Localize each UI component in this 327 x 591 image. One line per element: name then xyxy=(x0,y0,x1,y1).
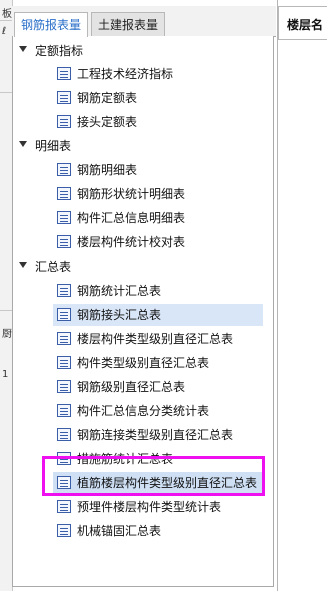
tree-item-floor-component-check-table[interactable]: 楼层构件统计校对表 xyxy=(53,231,263,253)
report-document-icon xyxy=(57,211,71,224)
report-preview-panel: 楼层名 xyxy=(278,0,327,591)
report-document-icon xyxy=(57,163,71,176)
tree-item-rebar-stats-summary-table[interactable]: 钢筋统计汇总表 xyxy=(53,280,263,302)
left-pane-mark: ℓ xyxy=(2,26,7,37)
report-document-icon xyxy=(57,115,71,128)
tree-item-label: 钢筋定额表 xyxy=(77,91,138,105)
tree-item-engineering-tech-econ-index[interactable]: 工程技术经济指标 xyxy=(53,63,263,85)
collapse-triangle-icon[interactable] xyxy=(19,46,27,52)
tree-item-label: 钢筋形状统计明细表 xyxy=(77,187,186,201)
left-pane-mark: 1 xyxy=(2,369,9,380)
tree-item-label: 措施筋统计汇总表 xyxy=(77,452,174,466)
tree-item-embedded-parts-floor-component-stats[interactable]: 预埋件楼层构件类型统计表 xyxy=(53,496,263,518)
tree-item-floor-component-type-grade-diameter-summary[interactable]: 楼层构件类型级别直径汇总表 xyxy=(53,328,263,350)
tab-rebar-report[interactable]: 钢筋报表量 xyxy=(14,12,89,37)
column-header-floor-name: 楼层名 xyxy=(278,6,327,40)
report-document-icon xyxy=(57,187,71,200)
tree-item-label: 工程技术经济指标 xyxy=(77,67,174,81)
tree-item-label: 构件汇总信息分类统计表 xyxy=(77,404,210,418)
report-document-icon xyxy=(57,91,71,104)
left-pane-mark: 厨 xyxy=(2,329,12,340)
tree-group-label: 汇总表 xyxy=(35,260,72,274)
tree-item-label: 钢筋统计汇总表 xyxy=(77,284,162,298)
tree-group-summary-tables[interactable]: 汇总表 xyxy=(13,256,273,278)
tree-item-label: 钢筋连接类型级别直径汇总表 xyxy=(77,428,234,442)
tree-item-rebar-connection-type-grade-diameter-summary[interactable]: 钢筋连接类型级别直径汇总表 xyxy=(53,424,263,446)
tree-item-rebar-quota-table[interactable]: 钢筋定额表 xyxy=(53,87,263,109)
tree-item-component-summary-classified-stats[interactable]: 构件汇总信息分类统计表 xyxy=(53,400,263,422)
tree-item-rebar-joint-summary-table[interactable]: 钢筋接头汇总表 xyxy=(53,304,263,326)
tree-item-label: 钢筋接头汇总表 xyxy=(77,308,162,322)
tab-civil-report[interactable]: 土建报表量 xyxy=(91,12,166,36)
tree-item-mechanical-anchorage-summary[interactable]: 机械锚固汇总表 xyxy=(53,520,263,542)
tree-group-quota-index[interactable]: 定额指标 xyxy=(13,40,273,62)
tree-item-label: 构件类型级别直径汇总表 xyxy=(77,356,210,370)
collapse-triangle-icon[interactable] xyxy=(19,262,27,268)
tree-item-label: 接头定额表 xyxy=(77,115,138,129)
tree-item-planted-rebar-floor-component-summary[interactable]: 植筋楼层构件类型级别直径汇总表 xyxy=(53,472,263,494)
report-document-icon xyxy=(57,452,71,465)
tree-item-rebar-shape-detail-table[interactable]: 钢筋形状统计明细表 xyxy=(53,183,263,205)
report-document-icon xyxy=(57,67,71,80)
tree-item-rebar-detail-table[interactable]: 钢筋明细表 xyxy=(53,159,263,181)
tree-item-label: 钢筋级别直径汇总表 xyxy=(77,380,186,394)
report-document-icon xyxy=(57,476,71,489)
column-header-label: 楼层名 xyxy=(287,18,324,32)
report-document-icon xyxy=(57,428,71,441)
tree-item-label: 构件汇总信息明细表 xyxy=(77,211,186,225)
tree-item-component-summary-detail-table[interactable]: 构件汇总信息明细表 xyxy=(53,207,263,229)
report-document-icon xyxy=(57,284,71,297)
report-tree: 定额指标 工程技术经济指标 钢筋定额表 接头定额表 明细表 钢筋明细表 钢筋形状… xyxy=(12,36,274,587)
tree-item-measure-rebar-stats-summary[interactable]: 措施筋统计汇总表 xyxy=(53,448,263,470)
tree-item-joint-quota-table[interactable]: 接头定额表 xyxy=(53,111,263,133)
left-pane-mark: 板 xyxy=(2,9,12,20)
tree-item-label: 植筋楼层构件类型级别直径汇总表 xyxy=(77,476,258,490)
report-tabs: 钢筋报表量 土建报表量 xyxy=(12,6,276,37)
tree-item-label: 楼层构件统计校对表 xyxy=(77,235,186,249)
tree-group-detail-tables[interactable]: 明细表 xyxy=(13,135,273,157)
collapse-triangle-icon[interactable] xyxy=(19,141,27,147)
report-document-icon xyxy=(57,356,71,369)
report-document-icon xyxy=(57,308,71,321)
left-pane-divider xyxy=(0,20,12,21)
tree-group-label: 明细表 xyxy=(35,139,72,153)
tree-item-label: 钢筋明细表 xyxy=(77,163,138,177)
tree-item-label: 预埋件楼层构件类型统计表 xyxy=(77,500,222,514)
report-document-icon xyxy=(57,500,71,513)
tree-item-label: 楼层构件类型级别直径汇总表 xyxy=(77,332,234,346)
left-pane-divider xyxy=(0,92,12,93)
left-pane-divider xyxy=(0,310,12,311)
report-document-icon xyxy=(57,235,71,248)
report-document-icon xyxy=(57,524,71,537)
tree-group-label: 定额指标 xyxy=(35,44,84,58)
report-document-icon xyxy=(57,404,71,417)
tree-item-rebar-grade-diameter-summary[interactable]: 钢筋级别直径汇总表 xyxy=(53,376,263,398)
report-window: 板 ℓ 厨 1 钢筋报表量 土建报表量 定额指标 工程技术经济指标 钢筋定额表 … xyxy=(0,0,327,591)
tree-item-component-type-grade-diameter-summary[interactable]: 构件类型级别直径汇总表 xyxy=(53,352,263,374)
tree-item-label: 机械锚固汇总表 xyxy=(77,524,162,538)
report-document-icon xyxy=(57,332,71,345)
report-document-icon xyxy=(57,380,71,393)
